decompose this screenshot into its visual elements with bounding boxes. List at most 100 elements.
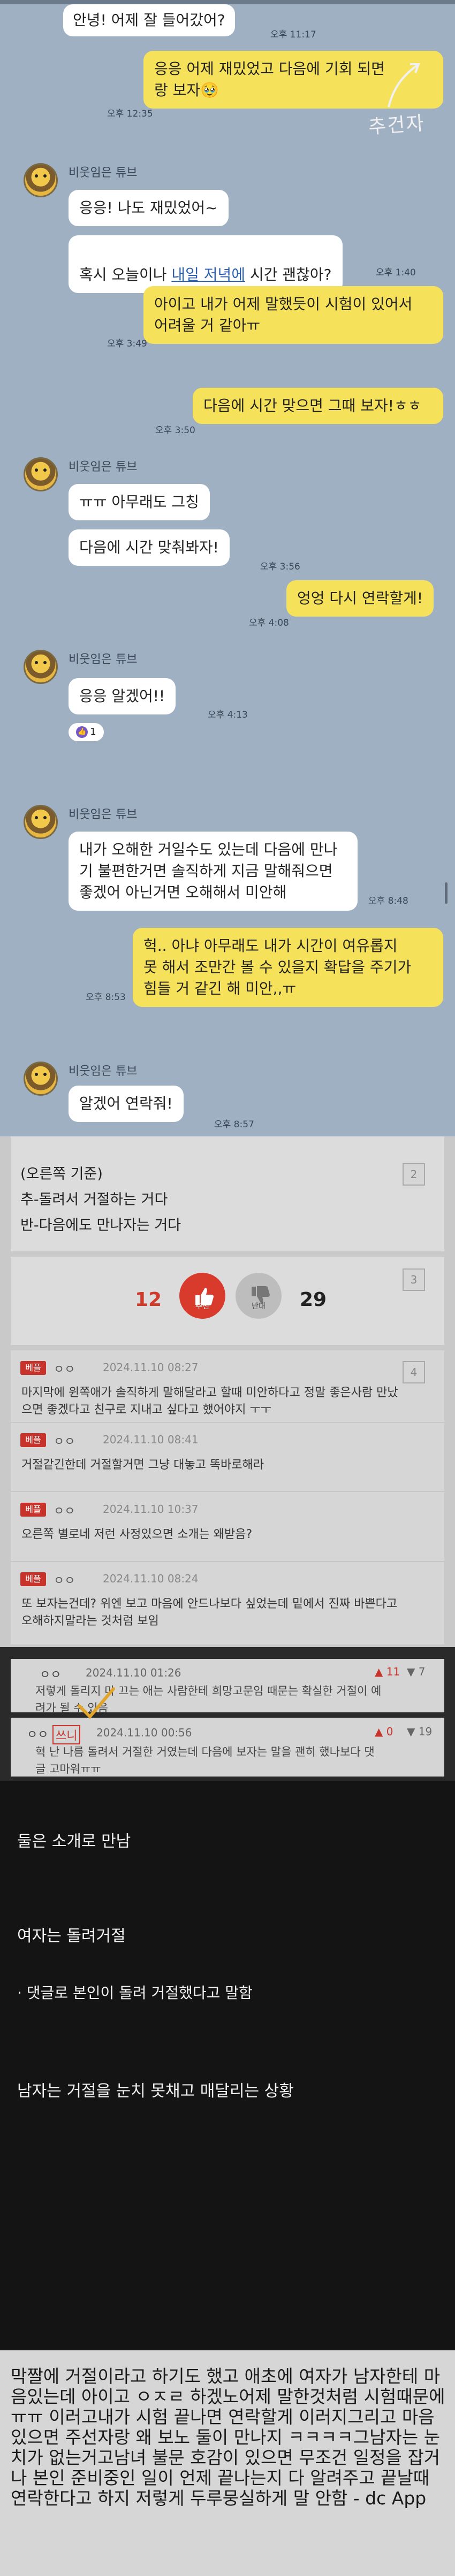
chat-message-right: 헉.. 아냐 아무래도 내가 시간이 여유롭지 못 해서 조만간 볼 수 있을지… xyxy=(133,928,443,1007)
page-marker: 3 xyxy=(403,1268,425,1291)
post-section: (오른쪽 기준) 추-돌려서 거절하는 거다 반-다음에도 만나자는 거다 2 … xyxy=(0,1136,455,1781)
chat-message-left: 안녕! 어제 잘 들어갔어? xyxy=(63,4,235,36)
avatar xyxy=(24,1062,58,1096)
comment-item: 베플 ㅇㅇ 2024.11.10 10:37 오른쪽 별로네 저런 사정있으면 … xyxy=(11,1497,444,1562)
best-badge: 베플 xyxy=(20,1503,46,1517)
chat-screenshot: 안녕! 어제 잘 들어갔어? 오후 11:17 응응 어제 재밌었고 다음에 기… xyxy=(0,0,455,1136)
vote-panel: 12 추천 반대 29 3 xyxy=(11,1257,444,1345)
handwritten-note: 추건자 xyxy=(367,112,426,139)
chat-message-left: 혹시 오늘이나 내일 저녁에 시간 괜찮아? xyxy=(69,235,343,293)
thumbs-down-icon xyxy=(252,1286,270,1304)
message-time: 오후 8:48 xyxy=(368,896,408,906)
summary-section: 둘은 소개로 만남 여자는 돌려거절 · 댓글로 본인이 돌려 거절했다고 말함… xyxy=(0,1781,455,2576)
sender-name: 비웃임은 튜브 xyxy=(69,1065,138,1078)
comment-body: 마지막에 윈쪽애가 솔직하게 말해달라고 할때 미안하다고 정말 좋은사람 만났… xyxy=(21,1386,398,1417)
message-time: 오후 4:08 xyxy=(249,618,289,628)
chat-top-frame xyxy=(0,0,455,4)
chat-message-left: 응응 알겠어!! xyxy=(69,678,176,714)
message-bubble: 안녕! 어제 잘 들어갔어? xyxy=(63,4,235,36)
chat-message-left: 응응! 나도 재밌었어~ xyxy=(69,190,229,226)
comment-nick: ㅇㅇ xyxy=(54,1435,75,1449)
upvote-button[interactable]: 추천 xyxy=(179,1273,225,1319)
avatar xyxy=(24,457,58,491)
comment-item: 베플 ㅇㅇ 2024.11.10 08:41 거절같긴한데 거절할거면 그냥 대… xyxy=(11,1428,444,1492)
summary-line: 둘은 소개로 만남 xyxy=(17,1832,131,1851)
summary-line: · 댓글로 본인이 돌려 거절했다고 말함 xyxy=(17,1984,253,2002)
comment-downvotes: ▼ 7 xyxy=(407,1665,426,1678)
downvote-label: 반대 xyxy=(252,1302,266,1311)
comment-thread: ㅇㅇ 2024.11.10 01:26 ▲ 11 ▼ 7 저렇게 돌리지 마 끄… xyxy=(0,1647,455,1781)
post-line: 반-다음에도 만나자는 거다 xyxy=(20,1217,181,1234)
message-time: 오후 1:40 xyxy=(376,267,416,278)
message-bubble: 응응! 나도 재밌었어~ xyxy=(69,190,229,226)
message-bubble: 혹시 오늘이나 내일 저녁에 시간 괜찮아? xyxy=(69,235,343,293)
message-time: 오후 3:56 xyxy=(260,562,300,572)
comment-item: 베플 ㅇㅇ 2024.11.10 08:24 또 보자는건데? 위엔 보고 마음… xyxy=(11,1567,444,1642)
chat-message-right: 엉엉 다시 연락할게! xyxy=(286,580,434,617)
message-bubble: 헉.. 아냐 아무래도 내가 시간이 여유롭지 못 해서 조만간 볼 수 있을지… xyxy=(133,928,443,1007)
message-bubble: 알겠어 연락줘! xyxy=(69,1086,184,1122)
checkmark-annotation xyxy=(78,1687,115,1719)
comment-time: 2024.11.10 01:26 xyxy=(86,1666,181,1679)
comment-time: 2024.11.10 08:41 xyxy=(103,1433,199,1446)
message-bubble: 다음에 시간 맞춰봐자! xyxy=(69,529,230,566)
message-bubble: 엉엉 다시 연락할게! xyxy=(286,580,434,617)
upvote-label: 추천 xyxy=(195,1302,209,1311)
post-line: 추-돌려서 거절하는 거다 xyxy=(20,1191,168,1208)
date-link[interactable]: 내일 저녁에 xyxy=(171,266,245,283)
chat-message-left: 내가 오해한 거일수도 있는데 다음에 만나 기 불편한거면 솔직하게 지금 말… xyxy=(69,832,358,911)
message-bubble: ㅠㅠ 아무래도 그칭 xyxy=(69,484,210,520)
message-time: 오후 8:57 xyxy=(214,1119,254,1130)
message-bubble: 아이고 내가 어제 말했듯이 시험이 있어서 어려울 거 같아ㅠ xyxy=(143,286,443,344)
upvote-count: 12 xyxy=(135,1289,162,1311)
best-badge: 베플 xyxy=(20,1361,46,1375)
comment-item: ㅇㅇ 쓰니 2024.11.10 00:56 ▲ 0 ▼ 19 혁 난 나름 돌… xyxy=(11,1718,444,1777)
scrollbar[interactable] xyxy=(445,882,448,904)
comment-nick: ㅇㅇ xyxy=(54,1574,75,1588)
message-text: 혹시 오늘이나 xyxy=(79,266,172,283)
reaction-count: 1 xyxy=(90,726,96,737)
post-body: (오른쪽 기준) 추-돌려서 거절하는 거다 반-다음에도 만나자는 거다 2 xyxy=(11,1136,444,1251)
comment-body: 오른쪽 별로네 저런 사정있으면 소개는 왜받음? xyxy=(21,1528,253,1541)
sender-name: 비웃임은 튜브 xyxy=(69,166,138,180)
post-line: (오른쪽 기준) xyxy=(20,1166,103,1182)
chat-message-right: 아이고 내가 어제 말했듯이 시험이 있어서 어려울 거 같아ㅠ xyxy=(143,286,443,344)
sender-name: 비웃임은 튜브 xyxy=(69,808,138,821)
page-marker: 2 xyxy=(403,1163,425,1186)
comment-nick: ㅇㅇ xyxy=(40,1668,62,1682)
comment-downvotes: ▼ 19 xyxy=(407,1725,433,1738)
summary-line: 여자는 돌려거절 xyxy=(17,1927,126,1946)
message-reaction[interactable]: 👍 1 xyxy=(69,723,104,741)
message-time: 오후 11:17 xyxy=(270,29,316,40)
comment-body: 또 보자는건데? 위엔 보고 마음에 안드나보다 싶었는데 밑에서 진짜 바쁜다… xyxy=(21,1597,398,1628)
comment-time: 2024.11.10 00:56 xyxy=(96,1726,192,1739)
message-time: 오후 8:53 xyxy=(86,992,126,1003)
best-badge: 베플 xyxy=(20,1433,46,1447)
message-time: 오후 3:50 xyxy=(155,425,195,436)
comment-item: 베플 ㅇㅇ 2024.11.10 08:27 마지막에 윈쪽애가 솔직하게 말해… xyxy=(11,1356,444,1422)
dc-comment-box: 막짤에 거절이라고 하기도 했고 애초에 여자가 남자한테 마음있는데 아이고 … xyxy=(0,2350,455,2576)
comment-nick: ㅇㅇ xyxy=(54,1505,75,1518)
comment-nick: ㅇㅇ xyxy=(54,1363,75,1377)
comment-upvotes: ▲ 0 xyxy=(375,1725,393,1738)
summary-line: 남자는 거절을 눈치 못채고 매달리는 상황 xyxy=(17,2082,294,2101)
avatar xyxy=(24,650,58,684)
chat-message-left: ㅠㅠ 아무래도 그칭 xyxy=(69,484,210,520)
downvote-count: 29 xyxy=(300,1289,327,1311)
message-time: 오후 3:49 xyxy=(107,339,147,349)
chat-message-left: 알겠어 연락줘! xyxy=(69,1086,184,1122)
message-time: 오후 12:35 xyxy=(107,109,153,119)
message-bubble: 내가 오해한 거일수도 있는데 다음에 만나 기 불편한거면 솔직하게 지금 말… xyxy=(69,832,358,911)
downvote-button[interactable]: 반대 xyxy=(236,1273,282,1319)
avatar xyxy=(24,805,58,839)
message-text: 시간 괜찮아? xyxy=(245,266,332,283)
thumbs-up-icon: 👍 xyxy=(76,726,88,738)
sender-name: 비웃임은 튜브 xyxy=(69,653,138,666)
comment-time: 2024.11.10 08:27 xyxy=(103,1361,199,1374)
comment-body: 혁 난 나름 돌려서 거절한 거였는데 다음에 보자는 말을 괜히 했나보다 댓… xyxy=(35,1745,375,1775)
avatar xyxy=(24,163,58,197)
thumbs-up-icon xyxy=(195,1288,214,1305)
comment-time: 2024.11.10 08:24 xyxy=(103,1572,199,1585)
dc-comment-text: 막짤에 거절이라고 하기도 했고 애초에 여자가 남자한테 마음있는데 아이고 … xyxy=(11,2366,445,2509)
comment-nick: ㅇㅇ xyxy=(27,1728,49,1742)
